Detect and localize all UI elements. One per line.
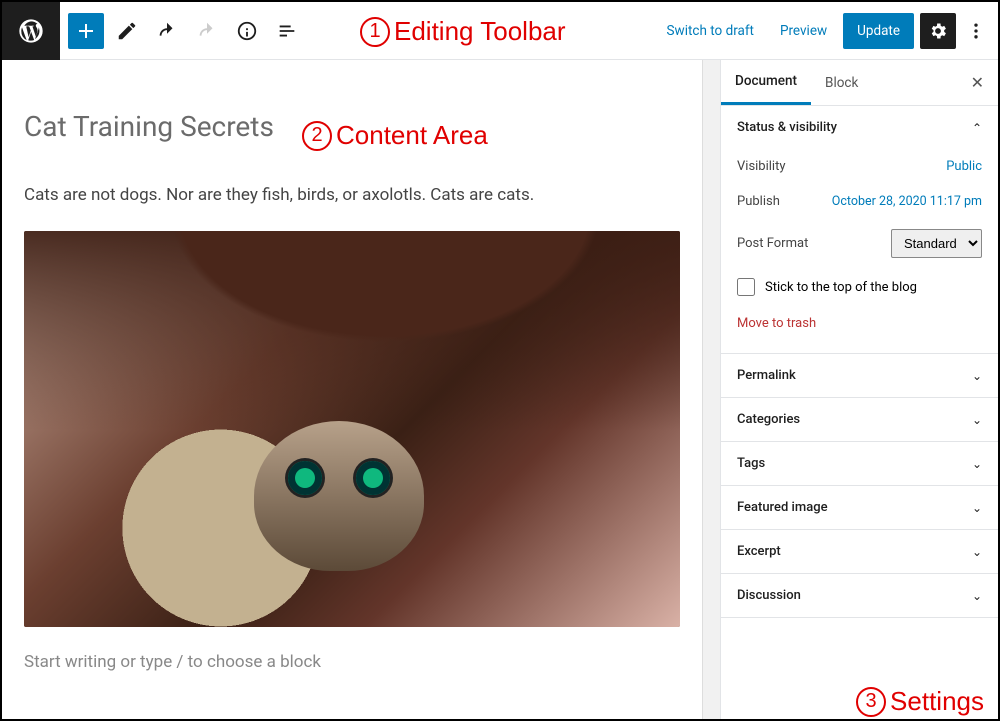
redo-icon: [196, 20, 218, 42]
image-blanket: [24, 231, 680, 431]
more-options-button[interactable]: [962, 21, 990, 41]
row-visibility: Visibility Public: [737, 149, 982, 184]
panel-head-tags[interactable]: Tags ⌄: [721, 442, 998, 485]
preview-button[interactable]: Preview: [770, 15, 837, 47]
info-button[interactable]: [230, 14, 264, 48]
chevron-down-icon: ⌄: [972, 501, 982, 515]
panel-title: Tags: [737, 456, 765, 471]
move-to-trash[interactable]: Move to trash: [737, 306, 982, 337]
main-area: 2Content Area Cat Training Secrets Cats …: [2, 60, 998, 719]
publish-label: Publish: [737, 194, 780, 209]
block-appender[interactable]: Start writing or type / to choose a bloc…: [24, 652, 680, 672]
panel-head-discussion[interactable]: Discussion ⌄: [721, 574, 998, 617]
panel-title: Discussion: [737, 588, 801, 603]
annotation-3: 3Settings: [856, 686, 984, 717]
post-title[interactable]: Cat Training Secrets: [24, 110, 680, 143]
row-sticky: Stick to the top of the blog: [737, 268, 982, 306]
chevron-down-icon: ⌄: [972, 589, 982, 603]
sidebar-tabs: Document Block ✕: [721, 60, 998, 106]
panel-permalink: Permalink ⌄: [721, 354, 998, 398]
chevron-down-icon: ⌄: [972, 457, 982, 471]
panel-head-categories[interactable]: Categories ⌄: [721, 398, 998, 441]
panel-categories: Categories ⌄: [721, 398, 998, 442]
edit-mode-button[interactable]: [110, 14, 144, 48]
panel-body-status: Visibility Public Publish October 28, 20…: [721, 149, 998, 353]
info-icon: [236, 20, 258, 42]
content-area: 2Content Area Cat Training Secrets Cats …: [2, 60, 702, 719]
chevron-down-icon: ⌄: [972, 413, 982, 427]
wordpress-icon: [17, 17, 45, 45]
post-paragraph[interactable]: Cats are not dogs. Nor are they fish, bi…: [24, 183, 680, 209]
settings-sidebar: Document Block ✕ Status & visibility ⌃ V…: [720, 60, 998, 719]
redo-button[interactable]: [190, 14, 224, 48]
list-icon: [276, 20, 298, 42]
panel-head-permalink[interactable]: Permalink ⌄: [721, 354, 998, 397]
visibility-label: Visibility: [737, 159, 786, 174]
panel-title: Status & visibility: [737, 120, 837, 135]
panel-title: Categories: [737, 412, 800, 427]
undo-button[interactable]: [150, 14, 184, 48]
update-button[interactable]: Update: [843, 13, 914, 49]
post-format-label: Post Format: [737, 236, 808, 251]
cat-face-shape: [254, 421, 424, 571]
add-block-button[interactable]: [68, 13, 104, 49]
tab-document[interactable]: Document: [721, 60, 811, 105]
toolbar-right-group: Switch to draft Preview Update: [657, 13, 998, 49]
publish-value[interactable]: October 28, 2020 11:17 pm: [832, 194, 982, 209]
chevron-down-icon: ⌄: [972, 545, 982, 559]
content-scrollbar[interactable]: [702, 60, 720, 719]
annotation-1: 1Editing Toolbar: [360, 16, 566, 47]
toolbar-left-group: [60, 13, 304, 49]
panel-excerpt: Excerpt ⌄: [721, 530, 998, 574]
chevron-up-icon: ⌃: [972, 121, 982, 135]
row-publish: Publish October 28, 2020 11:17 pm: [737, 184, 982, 219]
switch-to-draft-button[interactable]: Switch to draft: [657, 15, 764, 47]
panel-featured-image: Featured image ⌄: [721, 486, 998, 530]
sticky-label: Stick to the top of the blog: [765, 280, 917, 295]
sticky-checkbox[interactable]: [737, 278, 755, 296]
panel-tags: Tags ⌄: [721, 442, 998, 486]
panel-discussion: Discussion ⌄: [721, 574, 998, 618]
panel-head-featured-image[interactable]: Featured image ⌄: [721, 486, 998, 529]
panel-head-status[interactable]: Status & visibility ⌃: [721, 106, 998, 149]
post-format-select[interactable]: Standard: [891, 229, 982, 258]
settings-toggle-button[interactable]: [920, 13, 956, 49]
row-post-format: Post Format Standard: [737, 219, 982, 268]
panel-status-visibility: Status & visibility ⌃ Visibility Public …: [721, 106, 998, 354]
wordpress-logo[interactable]: [2, 2, 60, 60]
panel-title: Excerpt: [737, 544, 781, 559]
editing-toolbar: Switch to draft Preview Update 1Editing …: [2, 2, 998, 60]
close-sidebar-button[interactable]: ✕: [957, 73, 998, 92]
gear-icon: [928, 21, 948, 41]
plus-icon: [74, 19, 98, 43]
pencil-icon: [116, 20, 138, 42]
post-image-block[interactable]: [24, 231, 680, 627]
visibility-value[interactable]: Public: [946, 159, 982, 174]
panel-title: Featured image: [737, 500, 828, 515]
kebab-icon: [966, 21, 986, 41]
tab-block[interactable]: Block: [811, 60, 872, 105]
undo-icon: [156, 20, 178, 42]
outline-button[interactable]: [270, 14, 304, 48]
panel-title: Permalink: [737, 368, 796, 383]
panel-head-excerpt[interactable]: Excerpt ⌄: [721, 530, 998, 573]
chevron-down-icon: ⌄: [972, 369, 982, 383]
